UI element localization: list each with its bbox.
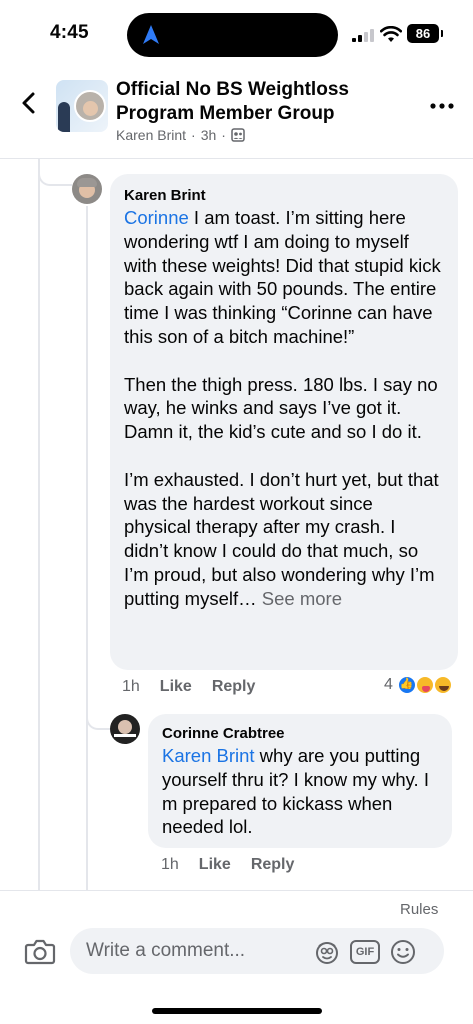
comment-paragraph: I’m exhausted. I don’t hurt yet, but tha… (124, 468, 439, 609)
wifi-icon (380, 26, 402, 42)
comment-bubble[interactable]: Karen Brint Corinne I am toast. I’m sitt… (110, 174, 458, 670)
emoji-icon[interactable] (390, 939, 416, 965)
avatar-sticker-icon[interactable] (314, 939, 340, 965)
gif-button[interactable]: GIF (350, 940, 380, 964)
post-age[interactable]: 3h (201, 127, 217, 143)
post-meta: Karen Brint · 3h · (116, 127, 245, 143)
location-arrow-icon (143, 25, 159, 44)
group-avatar[interactable] (56, 80, 108, 132)
group-title[interactable]: Official No BS Weightloss Program Member… (116, 78, 406, 126)
status-time: 4:45 (50, 22, 89, 43)
post-author[interactable]: Karen Brint (116, 127, 186, 143)
home-indicator[interactable] (152, 1008, 322, 1014)
reply-button[interactable]: Reply (251, 856, 295, 874)
reply-thread-connector (86, 700, 110, 730)
thread-line (38, 158, 40, 890)
cellular-signal-icon (352, 28, 374, 42)
commenter-avatar[interactable] (72, 174, 102, 204)
reply-bubble[interactable]: Corinne Crabtree Karen Brint why are you… (148, 714, 452, 848)
like-icon (396, 675, 417, 695)
mention-link[interactable]: Karen Brint (162, 745, 255, 766)
haha-icon (432, 675, 453, 695)
composer-tools: GIF (314, 939, 416, 965)
comment-paragraph: Corinne I am toast. I’m sitting here won… (124, 207, 441, 347)
battery-indicator: 86 (407, 24, 443, 43)
reply-thread-line (86, 206, 88, 890)
back-arrow-icon[interactable] (14, 88, 44, 118)
comment-paragraph: Then the thigh press. 180 lbs. I say no … (124, 373, 438, 443)
like-button[interactable]: Like (199, 856, 231, 874)
meta-separator-2: · (221, 127, 226, 143)
reply-actions: 1h Like Reply (161, 856, 294, 874)
dynamic-island (127, 13, 338, 57)
thread-connector (38, 158, 72, 186)
meta-separator: · (191, 127, 196, 143)
composer-divider (0, 890, 473, 891)
like-button[interactable]: Like (160, 678, 192, 696)
status-bar: 4:45 86 (0, 0, 473, 64)
comment-body: Corinne I am toast. I’m sitting here won… (124, 206, 444, 611)
comment-actions: 1h Like Reply (122, 678, 255, 696)
comment-time[interactable]: 1h (122, 678, 140, 696)
rules-link[interactable]: Rules (400, 901, 438, 918)
reply-avatar[interactable] (110, 714, 140, 744)
reply-author[interactable]: Corinne Crabtree (162, 724, 438, 744)
camera-icon[interactable] (24, 936, 56, 966)
care-icon (414, 675, 435, 695)
see-more-link[interactable]: See more (262, 588, 342, 609)
members-audience-icon (231, 128, 245, 142)
post-header: Official No BS Weightloss Program Member… (0, 66, 473, 158)
mention-link[interactable]: Corinne (124, 207, 189, 228)
reaction-summary[interactable]: 4 (384, 675, 453, 695)
reply-button[interactable]: Reply (212, 678, 256, 696)
reaction-count: 4 (384, 676, 393, 693)
more-options-icon[interactable] (430, 102, 454, 110)
reply-time[interactable]: 1h (161, 856, 179, 874)
reply-body: Karen Brint why are you putting yourself… (162, 745, 429, 838)
comment-author[interactable]: Karen Brint (124, 186, 444, 206)
